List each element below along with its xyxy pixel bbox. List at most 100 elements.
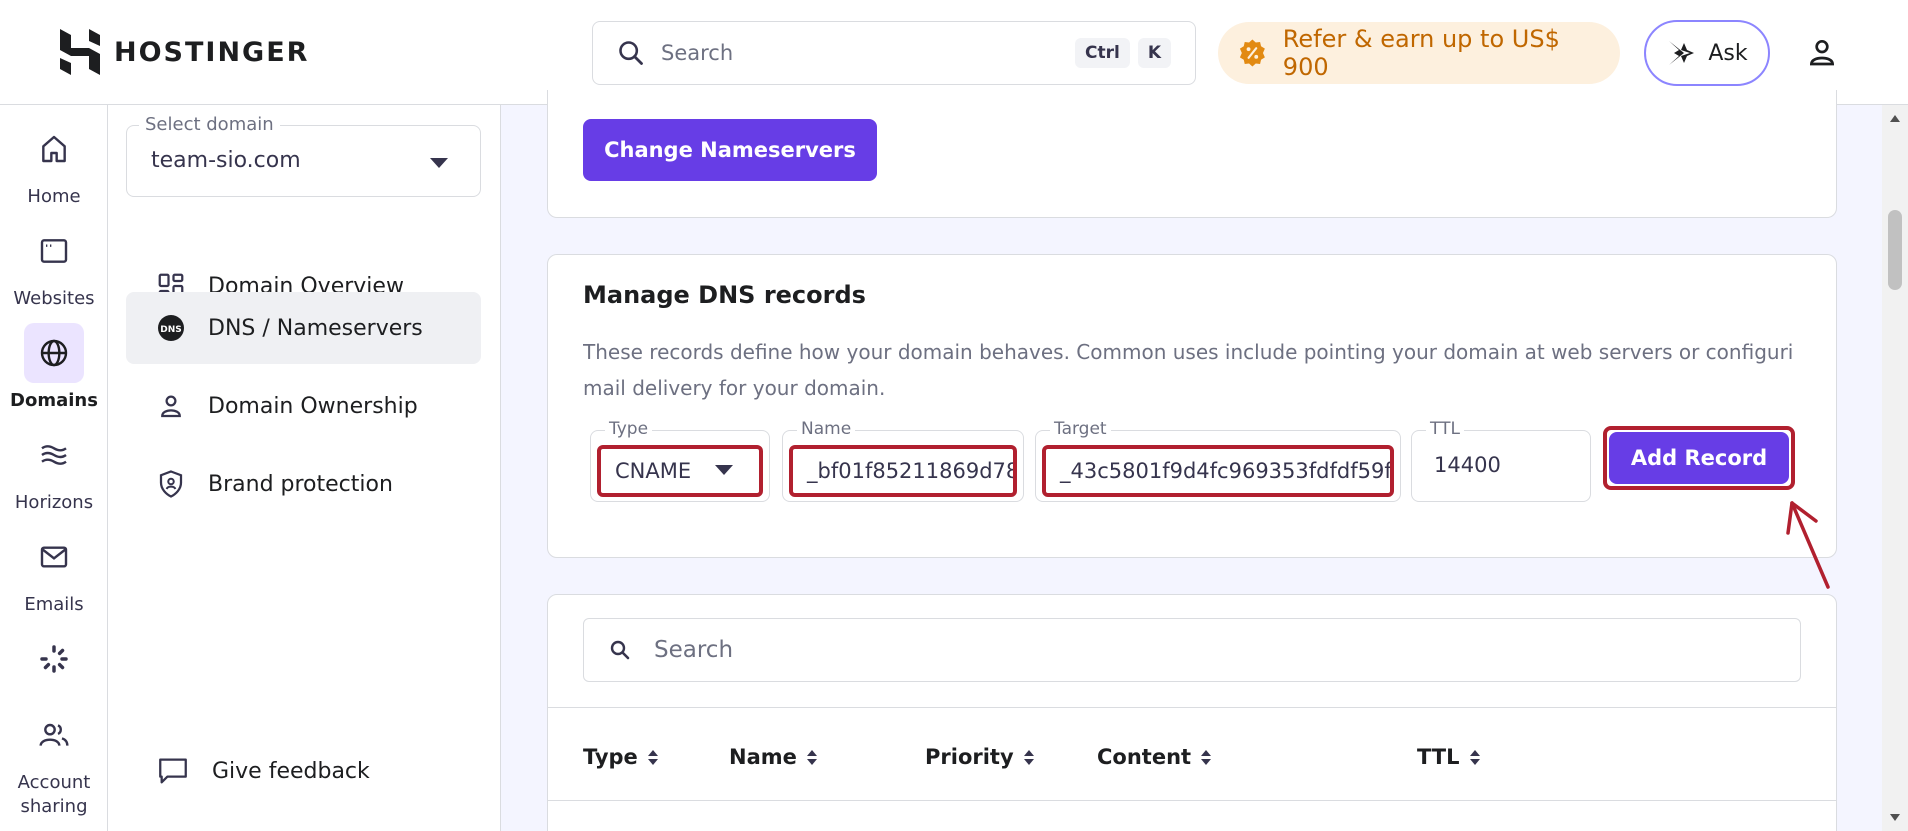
sidebar-label-domain-ownership: Domain Ownership — [208, 393, 418, 419]
websites-icon — [40, 239, 68, 263]
page-scrollbar[interactable] — [1882, 105, 1908, 831]
ask-ai-button[interactable]: Ask — [1644, 20, 1770, 86]
horizons-icon — [41, 445, 67, 465]
column-header-ttl[interactable]: TTL — [1417, 745, 1480, 769]
sidebar-label-dns-nameservers: DNS / Nameservers — [208, 315, 423, 341]
shield-icon — [159, 470, 183, 498]
type-field-value: CNAME — [615, 459, 692, 483]
user-account-icon[interactable] — [1806, 36, 1838, 68]
person-icon — [161, 395, 181, 418]
description-line-1: These records define how your domain beh… — [583, 340, 1793, 364]
scroll-up-arrow-icon[interactable] — [1889, 113, 1901, 123]
manage-dns-description: These records define how your domain beh… — [583, 334, 1793, 406]
global-search-input[interactable]: Search Ctrl K — [592, 21, 1196, 85]
table-divider — [548, 707, 1836, 708]
scrollbar-thumb[interactable] — [1888, 210, 1902, 290]
record-name-input[interactable]: Name _bf01f85211869d78c — [782, 419, 1024, 502]
shortcut-k-key: K — [1137, 38, 1171, 68]
refer-text: Refer & earn up to US$ 900 — [1282, 25, 1560, 81]
nav-item-loading[interactable] — [0, 629, 108, 689]
record-target-input[interactable]: Target _43c5801f9d4fc969353fdfdf59f — [1035, 419, 1401, 502]
nav-label-emails: Emails — [24, 594, 84, 615]
refer-earn-button[interactable]: Refer & earn up to US$ 900 — [1218, 22, 1620, 84]
column-header-name-label: Name — [729, 745, 797, 769]
hostinger-logo[interactable]: HOSTINGER — [60, 29, 309, 75]
sort-icon — [806, 749, 817, 765]
column-header-content[interactable]: Content — [1097, 745, 1212, 769]
column-header-type-label: Type — [583, 745, 638, 769]
ask-label: Ask — [1708, 40, 1748, 66]
column-header-type[interactable]: Type — [583, 745, 658, 769]
give-feedback-button[interactable]: Give feedback — [126, 735, 481, 807]
column-header-priority-label: Priority — [925, 745, 1014, 769]
feedback-icon — [159, 758, 187, 784]
sidebar-item-brand-protection[interactable]: Brand protection — [126, 448, 481, 520]
column-header-name[interactable]: Name — [729, 745, 817, 769]
sort-icon — [1023, 749, 1034, 765]
sidebar-item-dns-nameservers[interactable]: DNS DNS / Nameservers — [126, 292, 481, 364]
nav-item-domains[interactable]: Domains — [0, 323, 108, 413]
nav-label-horizons: Horizons — [14, 492, 94, 513]
mail-icon — [40, 546, 68, 568]
name-field-highlight: _bf01f85211869d78c — [789, 445, 1017, 497]
sidebar-item-domain-ownership[interactable]: Domain Ownership — [126, 370, 481, 442]
dns-icon: DNS — [158, 315, 184, 341]
search-icon — [619, 41, 643, 65]
nav-label-account-sharing: Account sharing — [17, 772, 91, 817]
table-header-divider — [548, 800, 1836, 801]
users-icon — [39, 723, 69, 746]
target-field-label: Target — [1050, 419, 1111, 439]
domain-sidebar: Select domain team-sio.com Domain Overvi… — [108, 105, 501, 831]
ttl-field-label: TTL — [1426, 419, 1464, 439]
annotation-arrow-icon — [1786, 501, 1830, 589]
target-field-value: _43c5801f9d4fc969353fdfdf59f — [1060, 459, 1392, 483]
sort-icon — [1201, 749, 1212, 765]
type-field-highlight: CNAME — [597, 445, 763, 497]
column-header-content-label: Content — [1097, 745, 1192, 769]
dns-icon-text: DNS — [160, 325, 182, 335]
record-type-select[interactable]: Type CNAME — [590, 419, 770, 502]
discount-badge-icon — [1239, 39, 1265, 67]
scroll-down-arrow-icon[interactable] — [1889, 813, 1901, 823]
nav-label-domains: Domains — [10, 390, 98, 411]
hostinger-logo-icon — [60, 29, 100, 75]
records-search-input[interactable]: Search — [583, 618, 1801, 682]
target-field-highlight: _43c5801f9d4fc969353fdfdf59f — [1042, 445, 1394, 497]
sparkle-icon — [1669, 41, 1695, 65]
nav-item-horizons[interactable]: Horizons — [0, 425, 108, 515]
chevron-down-icon — [715, 465, 733, 475]
give-feedback-label: Give feedback — [212, 758, 370, 784]
manage-dns-title: Manage DNS records — [583, 281, 866, 309]
globe-icon — [40, 339, 68, 367]
nav-item-account-sharing[interactable]: Account sharing — [0, 705, 108, 819]
column-header-ttl-label: TTL — [1417, 745, 1460, 769]
ttl-field-value: 14400 — [1434, 453, 1501, 477]
record-ttl-input[interactable]: TTL 14400 — [1411, 419, 1591, 502]
selected-domain-value: team-sio.com — [151, 148, 301, 173]
add-record-button[interactable]: Add Record — [1609, 432, 1789, 484]
search-icon — [610, 640, 630, 660]
column-header-priority[interactable]: Priority — [925, 745, 1034, 769]
sort-icon — [1469, 749, 1480, 765]
logo-text: HOSTINGER — [114, 36, 310, 68]
chevron-down-icon — [430, 158, 448, 168]
sidebar-label-brand-protection: Brand protection — [208, 471, 393, 497]
left-nav-rail: Home Websites Domains Horizons Emails Ac… — [0, 105, 108, 831]
sort-icon — [647, 749, 658, 765]
select-domain-dropdown[interactable]: Select domain team-sio.com — [126, 114, 481, 197]
type-field-label: Type — [605, 419, 653, 439]
nav-item-websites[interactable]: Websites — [0, 221, 108, 311]
search-placeholder: Search — [661, 41, 734, 65]
name-field-value: _bf01f85211869d78c — [807, 459, 1017, 483]
home-icon — [42, 135, 66, 163]
name-field-label: Name — [797, 419, 856, 439]
nav-item-emails[interactable]: Emails — [0, 527, 108, 617]
change-nameservers-button[interactable]: Change Nameservers — [583, 119, 877, 181]
nav-item-home[interactable]: Home — [0, 119, 108, 209]
description-line-2: mail delivery for your domain. — [583, 376, 886, 400]
shortcut-ctrl-key: Ctrl — [1074, 38, 1130, 68]
select-domain-label: Select domain — [139, 114, 280, 135]
records-search-placeholder: Search — [654, 637, 734, 663]
nav-label-home: Home — [27, 186, 81, 207]
nav-label-websites: Websites — [13, 288, 95, 309]
